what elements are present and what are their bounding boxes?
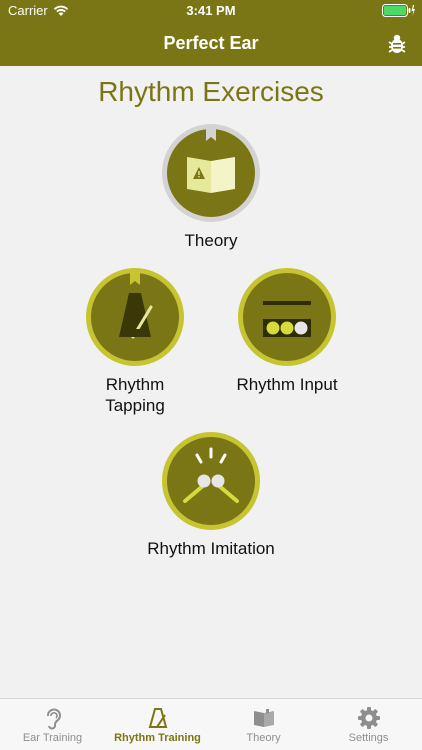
tab-bar: Ear Training Rhythm Training Theory Sett…	[0, 698, 422, 750]
rhythm-input-icon	[263, 301, 311, 337]
metronome-icon	[119, 273, 153, 339]
exercise-rhythm-imitation-circle	[162, 432, 260, 530]
tab-ear-training-label: Ear Training	[22, 732, 83, 744]
battery-icon	[382, 4, 416, 22]
gear-icon	[357, 707, 380, 729]
exercise-rhythm-tapping[interactable]: Rhythm Tapping	[55, 268, 215, 416]
navigation-bar: Carrier 3:41 PM Perfect Ear	[0, 0, 422, 66]
tab-rhythm-training-label: Rhythm Training	[114, 732, 201, 744]
metronome-icon	[148, 708, 167, 728]
exercise-rhythm-imitation-label: Rhythm Imitation	[147, 539, 275, 558]
page-title: Rhythm Exercises	[98, 76, 324, 107]
tab-settings-label: Settings	[348, 732, 389, 744]
exercise-rhythm-imitation[interactable]: Rhythm Imitation	[131, 432, 291, 559]
tab-rhythm-training[interactable]: Rhythm Training	[105, 699, 210, 750]
tab-theory[interactable]: Theory	[211, 699, 316, 750]
tab-settings[interactable]: Settings	[316, 699, 421, 750]
tab-ear-training[interactable]: Ear Training	[0, 699, 105, 750]
exercise-rhythm-tapping-circle	[86, 268, 184, 366]
ear-icon	[46, 708, 61, 730]
tab-theory-label: Theory	[246, 732, 281, 744]
exercise-theory[interactable]: Theory	[131, 124, 291, 251]
exercise-rhythm-input[interactable]: Rhythm Input	[207, 268, 367, 395]
exercise-theory-circle	[162, 124, 260, 222]
status-bar: Carrier 3:41 PM	[0, 0, 422, 22]
clock: 3:41 PM	[186, 3, 236, 18]
exercise-rhythm-input-circle	[238, 268, 336, 366]
book-icon	[187, 129, 235, 193]
exercise-theory-label: Theory	[184, 231, 238, 250]
exercise-rhythm-input-label: Rhythm Input	[236, 375, 338, 394]
bug-icon[interactable]	[386, 33, 408, 55]
book-icon	[253, 709, 274, 727]
imitation-icon	[183, 447, 239, 503]
exercise-rhythm-tapping-label: Rhythm Tapping	[105, 375, 165, 415]
nav-title: Perfect Ear	[163, 33, 259, 53]
